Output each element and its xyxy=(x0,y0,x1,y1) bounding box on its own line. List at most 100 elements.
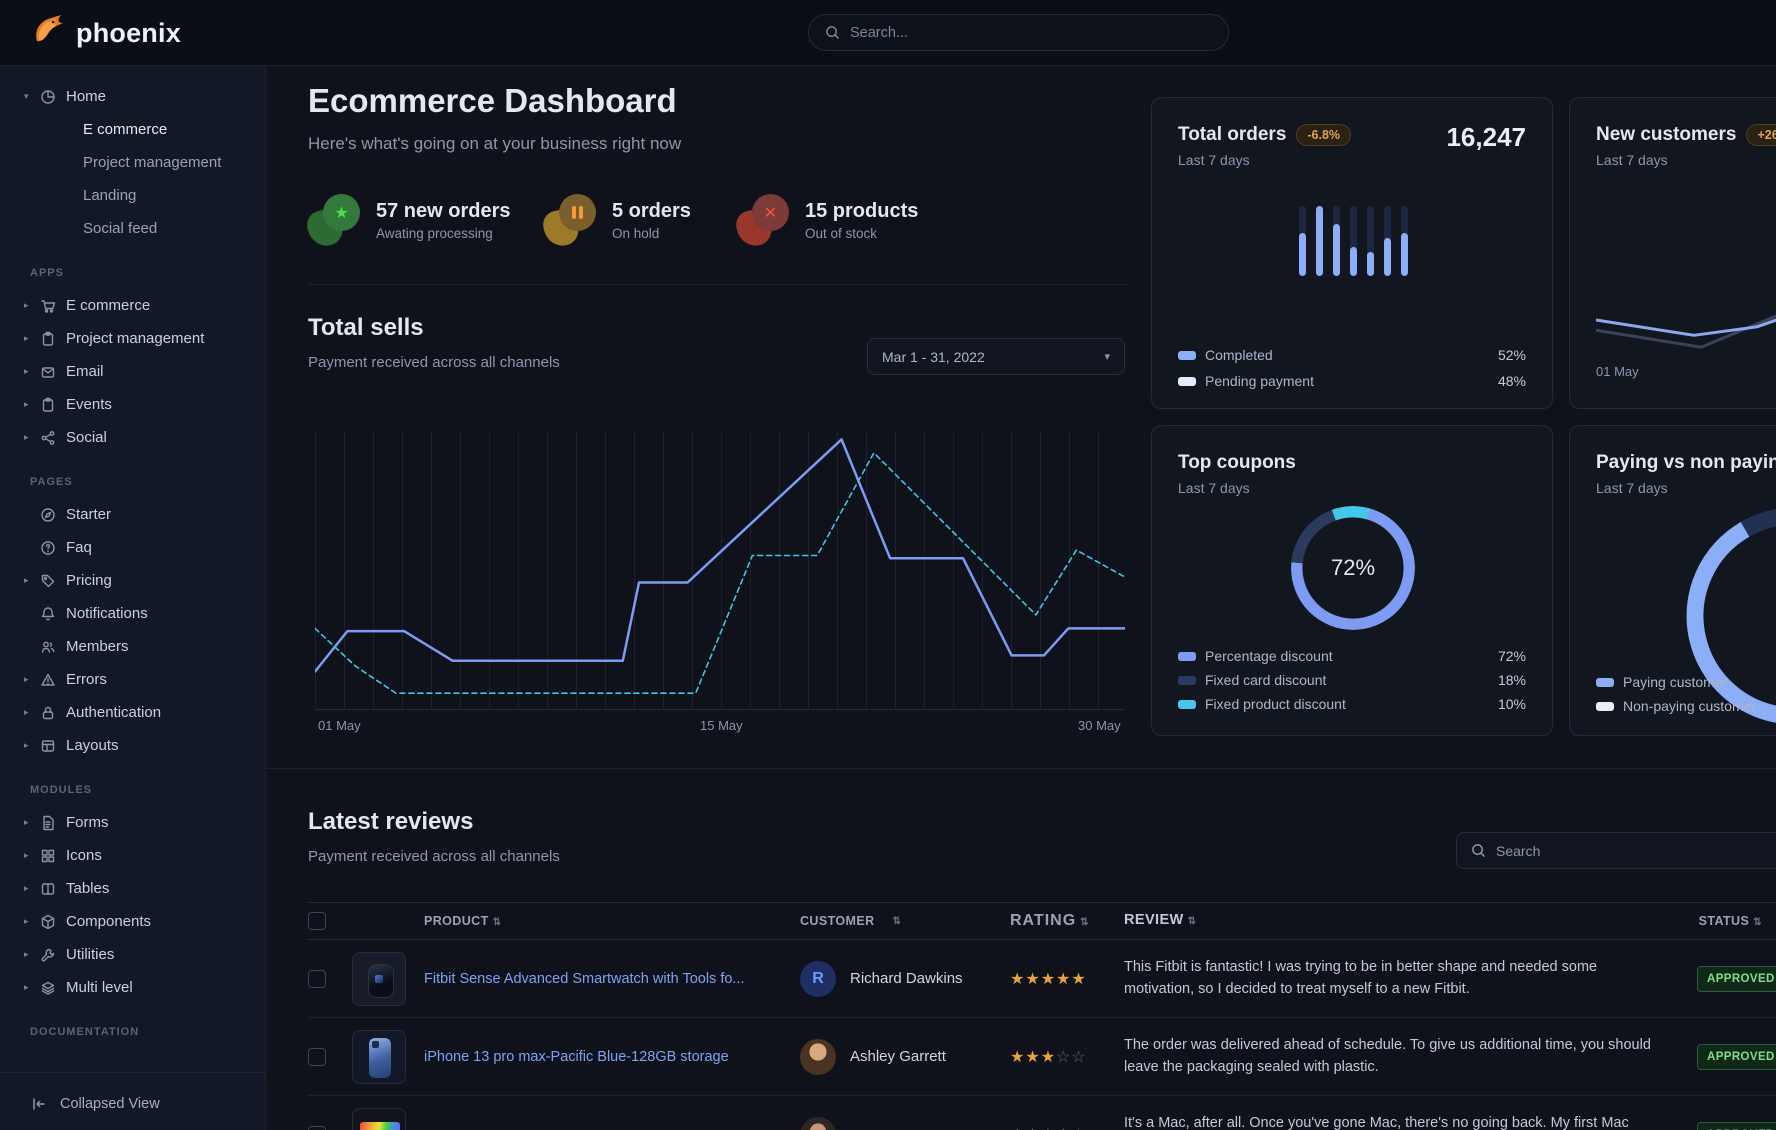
x-axis-label: 01 May xyxy=(318,718,361,733)
stat-value: 15 products xyxy=(805,200,918,223)
avatar xyxy=(800,1039,836,1075)
tag-icon xyxy=(40,573,66,589)
status-badge: APPROVED ✓ xyxy=(1697,966,1776,992)
col-status[interactable]: STATUS⇅ xyxy=(1690,914,1776,928)
x-icon: ✕ xyxy=(737,194,789,246)
top-coupons-card: Top coupons Last 7 days 72% Percentage d… xyxy=(1151,425,1553,736)
section-divider xyxy=(308,284,1130,285)
legend-swatch xyxy=(1178,351,1196,360)
product-thumbnail[interactable] xyxy=(352,1030,406,1084)
reviews-search-input[interactable] xyxy=(1496,843,1771,859)
stat-caption: On hold xyxy=(612,226,691,241)
legend-value: 48% xyxy=(1498,373,1526,389)
sidebar-item-layouts[interactable]: ▸ Layouts xyxy=(0,729,265,762)
row-checkbox[interactable] xyxy=(308,1048,326,1066)
sidebar-item-notifications[interactable]: Notifications xyxy=(0,597,265,630)
row-checkbox[interactable] xyxy=(308,1126,326,1130)
status-badge: APPROVED ✓ xyxy=(1697,1044,1776,1070)
sidebar-item-faq[interactable]: Faq xyxy=(0,531,265,564)
row-checkbox[interactable] xyxy=(308,970,326,988)
customer-cell[interactable] xyxy=(800,1117,1010,1130)
card-period: Last 7 days xyxy=(1596,152,1776,168)
legend-label: Percentage discount xyxy=(1205,648,1333,664)
legend-row: Paying customer xyxy=(1596,674,1776,690)
sidebar-item-starter[interactable]: Starter xyxy=(0,498,265,531)
box-icon xyxy=(40,914,66,930)
bell-icon xyxy=(40,606,66,622)
sidebar-item-e-commerce[interactable]: ▸ E commerce xyxy=(0,289,265,322)
col-rating[interactable]: RATING⇅ xyxy=(1010,912,1124,930)
total-orders-card: Total orders -6.8% Last 7 days 16,247 Co… xyxy=(1151,97,1553,409)
star-icon: ★ xyxy=(308,194,360,246)
legend-row: Completed 52% xyxy=(1178,347,1526,363)
legend-value: 72% xyxy=(1498,648,1526,664)
legend-swatch xyxy=(1596,702,1614,711)
sidebar-item-icons[interactable]: ▸ Icons xyxy=(0,839,265,872)
sidebar-subitem-social-feed[interactable]: Social feed xyxy=(0,212,265,245)
sidebar-subitem-landing[interactable]: Landing xyxy=(0,179,265,212)
order-bar xyxy=(1384,206,1391,276)
customer-name: Richard Dawkins xyxy=(850,970,963,987)
legend-value: 10% xyxy=(1498,696,1526,712)
sidebar-section-label: APPS xyxy=(30,267,265,283)
orders-bar-chart xyxy=(1299,206,1408,276)
date-range-select[interactable]: Mar 1 - 31, 2022 ▾ xyxy=(867,338,1125,375)
caret-icon: ▸ xyxy=(24,850,40,861)
navbar-search[interactable] xyxy=(808,14,1229,51)
sidebar-item-email[interactable]: ▸ Email xyxy=(0,355,265,388)
legend-swatch xyxy=(1178,700,1196,709)
caret-icon: ▸ xyxy=(24,949,40,960)
sidebar-item-authentication[interactable]: ▸ Authentication xyxy=(0,696,265,729)
clipboard-icon xyxy=(40,397,66,413)
review-text: The order was delivered ahead of schedul… xyxy=(1124,1035,1690,1079)
stat-item: 5 orders On hold xyxy=(544,188,691,252)
customer-cell[interactable]: Ashley Garrett xyxy=(800,1039,1010,1075)
card-period: Last 7 days xyxy=(1178,480,1526,496)
warning-icon xyxy=(40,672,66,688)
sort-icon: ⇅ xyxy=(1080,917,1089,928)
caret-icon: ▸ xyxy=(24,817,40,828)
chevron-down-icon: ▾ xyxy=(1104,350,1110,363)
legend-row: Pending payment 48% xyxy=(1178,373,1526,389)
caret-icon: ▸ xyxy=(24,333,40,344)
sidebar-item-components[interactable]: ▸ Components xyxy=(0,905,265,938)
col-product[interactable]: PRODUCT⇅ xyxy=(424,914,800,928)
sidebar-item-utilities[interactable]: ▸ Utilities xyxy=(0,938,265,971)
sidebar-item-events[interactable]: ▸ Events xyxy=(0,388,265,421)
sidebar-item-project-management[interactable]: ▸ Project management xyxy=(0,322,265,355)
reviews-search[interactable] xyxy=(1456,832,1776,869)
brand[interactable]: phoenix xyxy=(30,13,181,54)
col-review[interactable]: REVIEW⇅ xyxy=(1124,910,1690,932)
sidebar-item-members[interactable]: Members xyxy=(0,630,265,663)
sidebar-item-home[interactable]: ▾ Home xyxy=(0,80,265,113)
product-link[interactable]: Fitbit Sense Advanced Smartwatch with To… xyxy=(424,971,745,987)
sidebar-subitem-e-commerce[interactable]: E commerce xyxy=(0,113,265,146)
new-customers-sparkline xyxy=(1596,286,1776,371)
sidebar-item-social[interactable]: ▸ Social xyxy=(0,421,265,454)
sidebar-item-errors[interactable]: ▸ Errors xyxy=(0,663,265,696)
col-customer[interactable]: CUSTOMER⇅ xyxy=(800,914,1010,928)
sidebar-item-forms[interactable]: ▸ Forms xyxy=(0,806,265,839)
order-bar xyxy=(1333,206,1340,276)
legend-row: Non-paying customer xyxy=(1596,698,1776,714)
product-link[interactable]: iPhone 13 pro max-Pacific Blue-128GB sto… xyxy=(424,1049,729,1065)
legend-row: Fixed product discount 10% xyxy=(1178,696,1526,712)
select-all-checkbox[interactable] xyxy=(308,912,326,930)
card-period: Last 7 days xyxy=(1178,152,1526,168)
wrench-icon xyxy=(40,947,66,963)
pause-icon xyxy=(544,194,596,246)
sidebar-item-tables[interactable]: ▸ Tables xyxy=(0,872,265,905)
card-title: Paying vs non paying xyxy=(1596,452,1776,474)
caret-icon: ▸ xyxy=(24,366,40,377)
product-thumbnail[interactable] xyxy=(352,952,406,1006)
navbar-search-input[interactable] xyxy=(850,25,1212,41)
customer-cell[interactable]: R Richard Dawkins xyxy=(800,961,1010,997)
collapse-view-button[interactable]: Collapsed View xyxy=(0,1084,265,1124)
sidebar-item-multi-level[interactable]: ▸ Multi level xyxy=(0,971,265,1004)
sidebar-item-pricing[interactable]: ▸ Pricing xyxy=(0,564,265,597)
product-thumbnail[interactable] xyxy=(352,1108,406,1130)
table-header: PRODUCT⇅CUSTOMER⇅RATING⇅REVIEW⇅STATUS⇅ xyxy=(308,902,1776,940)
file-icon xyxy=(40,815,66,831)
sidebar-subitem-project-management[interactable]: Project management xyxy=(0,146,265,179)
rating-stars: ★★★★☆ xyxy=(1010,1125,1124,1130)
